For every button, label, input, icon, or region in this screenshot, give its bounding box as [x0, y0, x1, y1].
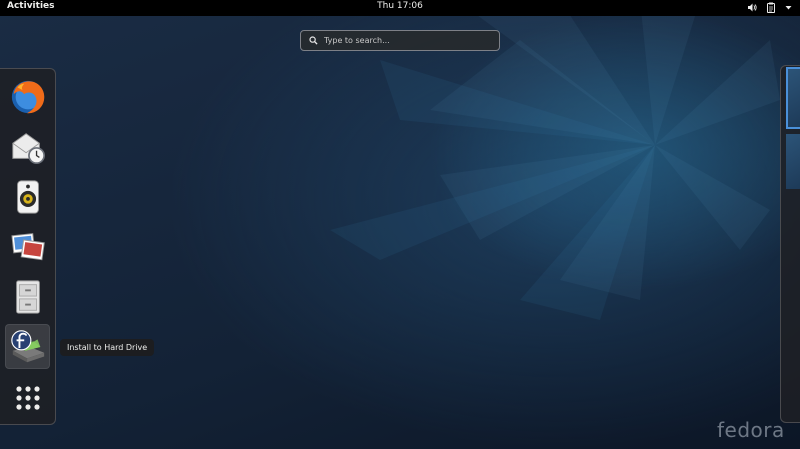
- status-area[interactable]: [747, 2, 792, 13]
- top-bar: Activities Thu 17:06: [0, 0, 800, 16]
- speaker-icon: [16, 179, 39, 214]
- photos-icon: [10, 232, 45, 260]
- clipboard-icon[interactable]: [766, 2, 776, 13]
- search-entry[interactable]: [300, 30, 500, 51]
- system-menu-arrow-icon[interactable]: [785, 2, 792, 13]
- dash-item-files[interactable]: [5, 274, 50, 319]
- file-cabinet-icon: [15, 279, 40, 314]
- clock[interactable]: Thu 17:06: [0, 1, 800, 11]
- dash: [0, 68, 56, 425]
- dash-tooltip: Install to Hard Drive: [60, 339, 155, 356]
- mail-clock-icon: [11, 132, 45, 164]
- app-grid-icon: [15, 385, 40, 410]
- fedora-logo: fedora: [717, 418, 785, 442]
- workspace-thumbnail-2[interactable]: [786, 134, 800, 189]
- search-icon: [309, 36, 318, 45]
- dash-item-evolution[interactable]: [5, 124, 50, 169]
- firefox-icon: [11, 80, 44, 113]
- show-applications-button[interactable]: [5, 375, 50, 420]
- volume-icon[interactable]: [747, 2, 757, 13]
- dash-item-firefox[interactable]: [5, 74, 50, 119]
- dash-item-rhythmbox[interactable]: [5, 174, 50, 219]
- wallpaper: [330, 0, 780, 320]
- workspace-switcher: [780, 65, 800, 423]
- fedora-install-icon: [10, 329, 44, 362]
- workspace-thumbnail-1[interactable]: [786, 67, 800, 129]
- dash-item-install-to-hard-drive[interactable]: [5, 324, 50, 369]
- search-input[interactable]: [324, 36, 484, 45]
- dash-item-shotwell[interactable]: [5, 224, 50, 269]
